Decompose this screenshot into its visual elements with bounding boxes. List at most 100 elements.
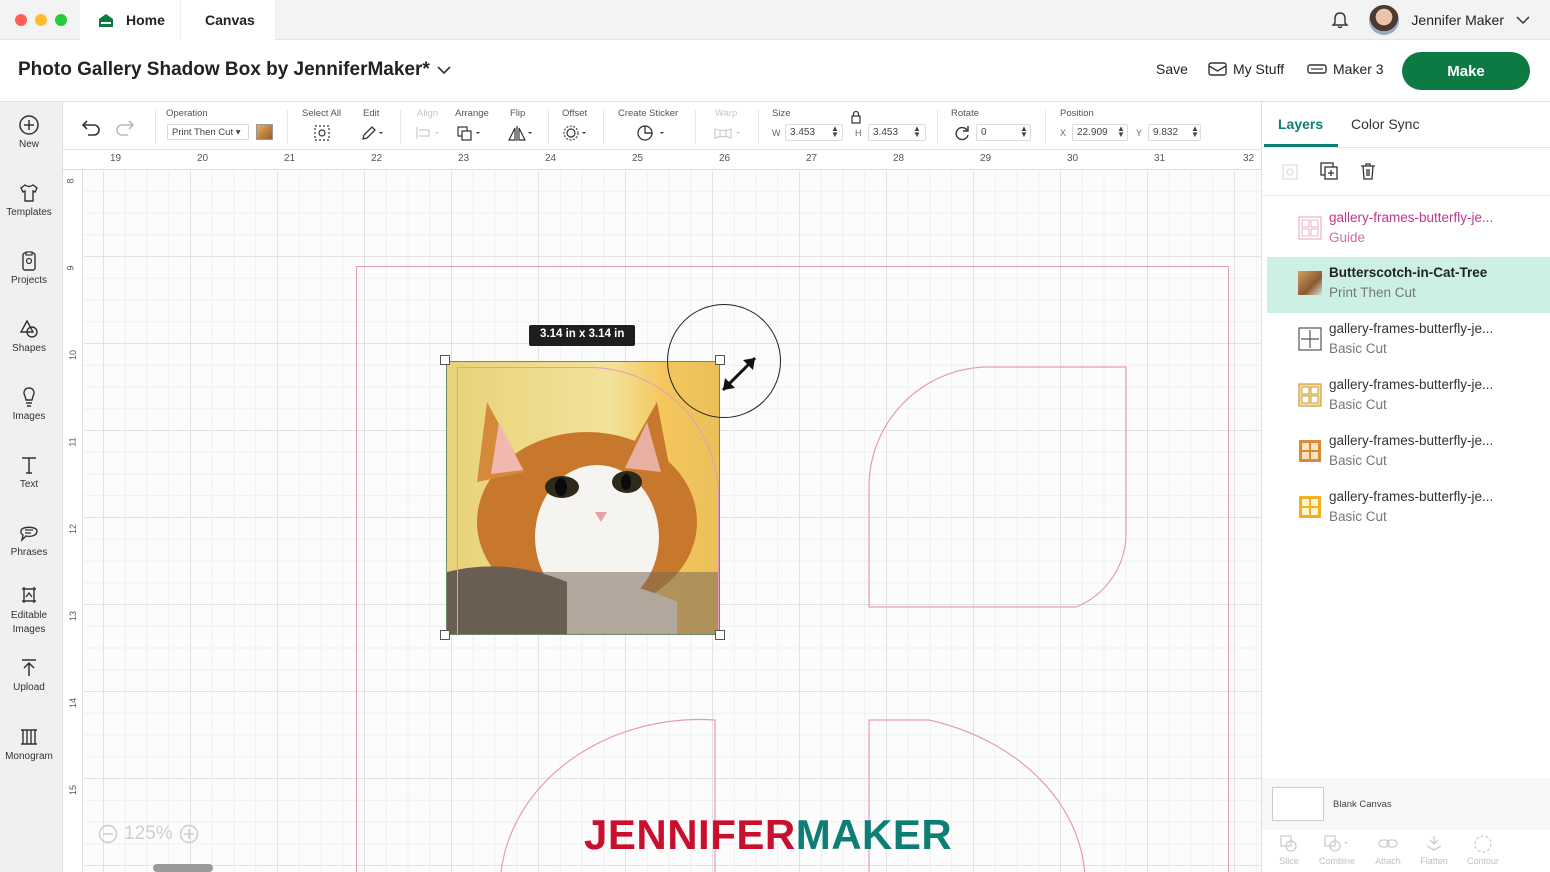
layer-item[interactable]: gallery-frames-butterfly-je... Basic Cut <box>1267 481 1550 537</box>
layer-item-selected[interactable]: Butterscotch-in-Cat-Tree Print Then Cut <box>1267 257 1550 313</box>
width-stepper[interactable]: ▲ ▼ <box>831 125 839 139</box>
tab-home[interactable]: Home <box>80 0 180 40</box>
combine-icon <box>1324 835 1348 852</box>
resize-handle-bottom-right[interactable] <box>715 630 725 640</box>
undo-icon[interactable] <box>79 118 101 136</box>
templates-label: Templates <box>6 207 52 218</box>
templates-button[interactable]: Templates <box>0 182 58 218</box>
resize-handle-top-left[interactable] <box>440 355 450 365</box>
phrases-button[interactable]: Phrases <box>0 522 58 558</box>
print-color-swatch[interactable] <box>256 124 273 140</box>
ruler-tick-label: 22 <box>371 153 383 164</box>
butterfly-wing-shape[interactable] <box>868 366 1127 608</box>
close-window-button[interactable] <box>15 14 27 26</box>
projects-button[interactable]: Projects <box>0 250 58 286</box>
my-stuff-label: My Stuff <box>1233 61 1285 77</box>
tab-canvas[interactable]: Canvas <box>180 0 275 40</box>
bell-icon[interactable] <box>1331 11 1350 29</box>
layers-panel: Layers Color Sync gallery-frames-butterf… <box>1261 102 1550 872</box>
sticker-icon[interactable] <box>635 124 667 142</box>
window-tab-bar: Home Canvas Jennifer Maker <box>0 0 1550 40</box>
divider <box>758 110 759 144</box>
size-tooltip-text: 3.14 in x 3.14 in <box>540 328 625 340</box>
user-name[interactable]: Jennifer Maker <box>1411 12 1504 28</box>
basic-cut-layer-icon <box>1299 496 1321 518</box>
shirt-icon <box>20 184 38 202</box>
shapes-label: Shapes <box>12 343 46 354</box>
duplicate-icon[interactable] <box>1319 161 1339 181</box>
new-button[interactable]: New <box>0 114 58 150</box>
contour-label: Contour <box>1466 856 1500 866</box>
my-stuff-button[interactable]: My Stuff <box>1208 61 1284 77</box>
text-button[interactable]: Text <box>0 454 58 490</box>
layer-item[interactable]: gallery-frames-butterfly-je... Basic Cut <box>1267 313 1550 369</box>
rotate-stepper[interactable]: ▲ ▼ <box>1020 125 1028 139</box>
layer-type: Basic Cut <box>1329 509 1387 524</box>
divider <box>695 110 696 144</box>
monogram-button[interactable]: Monogram <box>0 726 58 762</box>
zoom-in-icon[interactable] <box>179 824 199 844</box>
rotate-label: Rotate <box>951 108 979 119</box>
cat-photo[interactable] <box>446 361 720 635</box>
shapes-button[interactable]: Shapes <box>0 318 58 354</box>
slice-icon <box>1280 835 1297 852</box>
make-button[interactable]: Make <box>1402 52 1530 90</box>
arrange-icon[interactable] <box>456 125 484 141</box>
tab-color-sync[interactable]: Color Sync <box>1351 116 1419 132</box>
layer-name: gallery-frames-butterfly-je... <box>1329 321 1494 336</box>
watermark-red: JENNIFER <box>584 811 796 858</box>
zoom-window-button[interactable] <box>55 14 67 26</box>
layer-item[interactable]: gallery-frames-butterfly-je... Basic Cut <box>1267 369 1550 425</box>
layer-name: gallery-frames-butterfly-je... <box>1329 210 1494 225</box>
design-canvas[interactable]: 3.14 in x 3.14 in 125% JENNIFERMAKER <box>84 171 1261 872</box>
tab-layers[interactable]: Layers <box>1278 116 1323 132</box>
blank-canvas-swatch[interactable] <box>1272 787 1324 821</box>
ruler-tick-label: 21 <box>284 153 296 164</box>
minimize-window-button[interactable] <box>35 14 47 26</box>
ruler-tick-label: 25 <box>632 153 644 164</box>
mailbox-icon <box>1208 62 1227 76</box>
watermark-teal: MAKER <box>795 811 953 858</box>
flip-icon[interactable] <box>507 124 535 142</box>
cutting-machine-icon <box>1307 64 1327 74</box>
zoom-out-icon[interactable] <box>98 824 118 844</box>
layer-item[interactable]: gallery-frames-butterfly-je... Basic Cut <box>1267 425 1550 481</box>
operation-select[interactable]: Print Then Cut ▾ <box>167 124 249 140</box>
contour-button[interactable]: Contour <box>1460 834 1506 866</box>
avatar[interactable] <box>1369 5 1400 35</box>
images-button[interactable]: Images <box>0 386 58 422</box>
tab-home-label: Home <box>126 12 165 28</box>
lock-icon[interactable] <box>850 110 862 124</box>
height-stepper[interactable]: ▲ ▼ <box>913 125 921 139</box>
group-icon[interactable] <box>1280 162 1300 182</box>
edit-toolbar: Operation Print Then Cut ▾ Select All Ed… <box>63 102 1261 150</box>
flatten-button[interactable]: Flatten <box>1411 834 1457 866</box>
upload-button[interactable]: Upload <box>0 657 58 693</box>
projects-label: Projects <box>10 275 48 286</box>
combine-button[interactable]: Combine <box>1314 834 1360 866</box>
chevron-down-icon[interactable] <box>1516 15 1530 25</box>
machine-selector[interactable]: Maker 3 <box>1307 61 1384 77</box>
upload-label: Upload <box>13 682 45 693</box>
blank-canvas-row[interactable]: Blank Canvas <box>1262 778 1550 830</box>
horizontal-scrollbar-thumb[interactable] <box>153 864 213 872</box>
project-title[interactable]: Photo Gallery Shadow Box by JenniferMake… <box>18 59 452 81</box>
select-all-icon[interactable] <box>313 124 331 142</box>
layer-item[interactable]: gallery-frames-butterfly-je... Guide <box>1267 202 1550 258</box>
attach-button[interactable]: Attach <box>1365 834 1411 866</box>
slice-button[interactable]: Slice <box>1266 834 1312 866</box>
rotate-icon[interactable] <box>953 125 971 141</box>
editable-images-button[interactable]: Editable Images <box>0 584 58 637</box>
align-icon[interactable] <box>415 126 443 140</box>
trash-icon[interactable] <box>1358 161 1378 181</box>
x-stepper[interactable]: ▲ ▼ <box>1117 125 1125 139</box>
offset-icon[interactable] <box>561 124 589 142</box>
save-button[interactable]: Save <box>1156 61 1188 77</box>
redo-icon[interactable] <box>115 118 137 136</box>
resize-handle-bottom-left[interactable] <box>440 630 450 640</box>
warp-icon[interactable] <box>713 126 745 140</box>
combine-label: Combine <box>1318 856 1356 866</box>
y-stepper[interactable]: ▲ ▼ <box>1191 125 1199 139</box>
divider <box>1262 147 1550 148</box>
edit-pencil-icon[interactable] <box>360 124 386 142</box>
